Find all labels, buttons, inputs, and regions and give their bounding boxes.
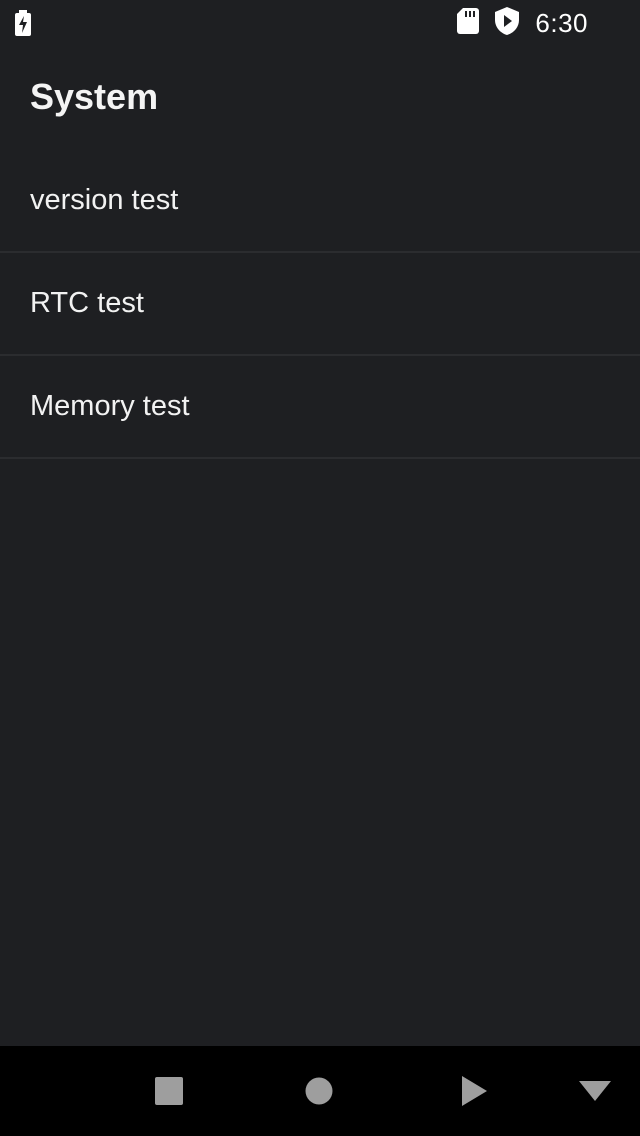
list-item-label: RTC test	[30, 287, 144, 319]
list-item-memory-test[interactable]: Memory test	[0, 356, 640, 459]
page-title: System	[30, 76, 159, 117]
home-circle-icon	[305, 1077, 333, 1105]
status-bar: 6:30	[0, 0, 640, 46]
stop-square-icon	[155, 1077, 183, 1105]
shield-play-icon	[495, 6, 520, 40]
app-bar: System	[0, 46, 640, 150]
list-item-label: Memory test	[30, 390, 190, 422]
sd-card-icon	[457, 7, 480, 39]
test-list: version test RTC test Memory test	[0, 150, 640, 459]
navigation-bar	[0, 1046, 640, 1136]
stop-square-button[interactable]	[124, 1046, 214, 1136]
status-icons: 6:30	[457, 6, 588, 40]
home-button[interactable]	[274, 1046, 364, 1136]
list-item-label: version test	[30, 184, 179, 216]
battery-charging-icon	[14, 10, 32, 41]
play-triangle-icon	[462, 1076, 487, 1106]
status-time: 6:30	[535, 7, 588, 38]
dropdown-button[interactable]	[550, 1046, 640, 1136]
play-button[interactable]	[429, 1046, 519, 1136]
screen: 6:30 System version test RTC test Memory…	[0, 0, 640, 1136]
dropdown-triangle-icon	[579, 1081, 611, 1101]
list-item-version-test[interactable]: version test	[0, 150, 640, 253]
list-item-rtc-test[interactable]: RTC test	[0, 253, 640, 356]
